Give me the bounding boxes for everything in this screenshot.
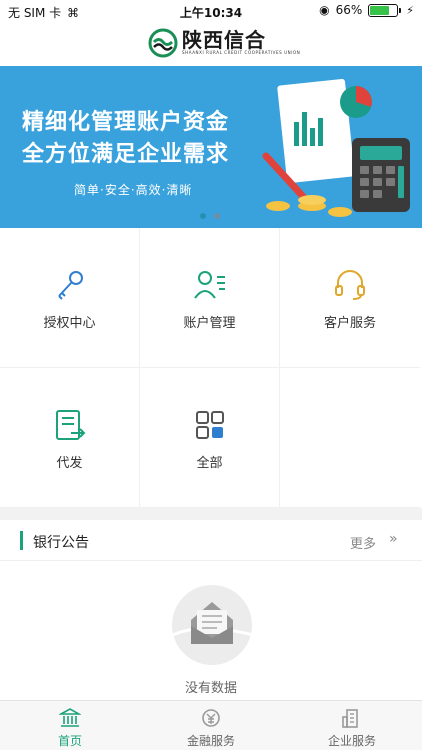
service-item-empty <box>280 368 420 508</box>
section-accent-bar <box>20 531 23 550</box>
document-send-icon <box>55 410 85 440</box>
service-item-payroll[interactable]: 代发 <box>0 368 140 508</box>
service-item-customer[interactable]: 客户服务 <box>280 228 420 368</box>
empty-state-text: 没有数据 <box>184 681 237 696</box>
empty-mail-icon <box>166 585 258 665</box>
page-dot[interactable] <box>214 213 220 219</box>
service-item-account[interactable]: 账户管理 <box>140 228 280 368</box>
banner-subtitle: 简单·安全·高效·清晰 <box>74 183 193 197</box>
service-label: 客户服务 <box>323 316 376 331</box>
page-dot-active[interactable] <box>200 213 206 219</box>
tab-home[interactable]: 首页 <box>0 701 140 751</box>
key-icon <box>57 271 83 300</box>
announcement-title: 银行公告 <box>33 535 89 551</box>
logo-title: 陕西信合 <box>182 28 266 52</box>
tab-label: 企业服务 <box>327 734 376 748</box>
brand-logo: 陕西信合 SHAANXI RURAL CREDIT COOPERATIVES U… <box>148 28 300 58</box>
service-item-authorization[interactable]: 授权中心 <box>0 228 140 368</box>
service-item-all[interactable]: 全部 <box>140 368 280 508</box>
service-grid: 授权中心 账户管理 客户服务 代发 全部 <box>0 228 422 508</box>
headset-icon <box>335 270 365 300</box>
status-bar: 无 SIM 卡 ⌘ 上午10:34 ◉ 66% ⚡ <box>0 0 422 22</box>
building-icon <box>342 709 358 728</box>
tab-label: 首页 <box>57 734 82 748</box>
more-link[interactable]: 更多 <box>350 533 376 552</box>
bottom-tab-bar: 首页 金融服务 企业服务 <box>0 700 422 750</box>
account-user-icon <box>193 271 225 299</box>
banner-headline-1: 精细化管理账户资金 <box>22 110 230 135</box>
logo-mark-icon <box>148 28 178 58</box>
service-label: 账户管理 <box>183 316 236 331</box>
tab-enterprise-service[interactable]: 企业服务 <box>282 701 422 751</box>
tab-finance-service[interactable]: 金融服务 <box>141 701 281 751</box>
double-chevron-right-icon[interactable]: » <box>389 531 398 547</box>
charging-icon: ⚡ <box>406 3 414 17</box>
bank-icon <box>59 708 81 727</box>
tab-label: 金融服务 <box>186 734 235 748</box>
orientation-lock-icon: ◉ <box>319 3 330 17</box>
battery-percent: 66% <box>335 3 363 17</box>
section-line <box>0 560 422 561</box>
finance-illustration-icon <box>262 79 410 217</box>
service-label: 全部 <box>196 456 223 471</box>
battery-icon <box>368 3 402 17</box>
service-label: 代发 <box>56 456 83 471</box>
logo-subtitle: SHAANXI RURAL CREDIT COOPERATIVES UNION <box>182 50 301 55</box>
finance-service-icon <box>202 709 220 727</box>
section-divider <box>0 508 422 520</box>
status-right: ◉ 66% ⚡ <box>319 3 414 17</box>
grid-all-icon <box>195 411 224 439</box>
banner-headline-2: 全方位满足企业需求 <box>22 142 230 167</box>
service-label: 授权中心 <box>43 316 96 331</box>
banner-page-indicator[interactable] <box>200 213 220 219</box>
